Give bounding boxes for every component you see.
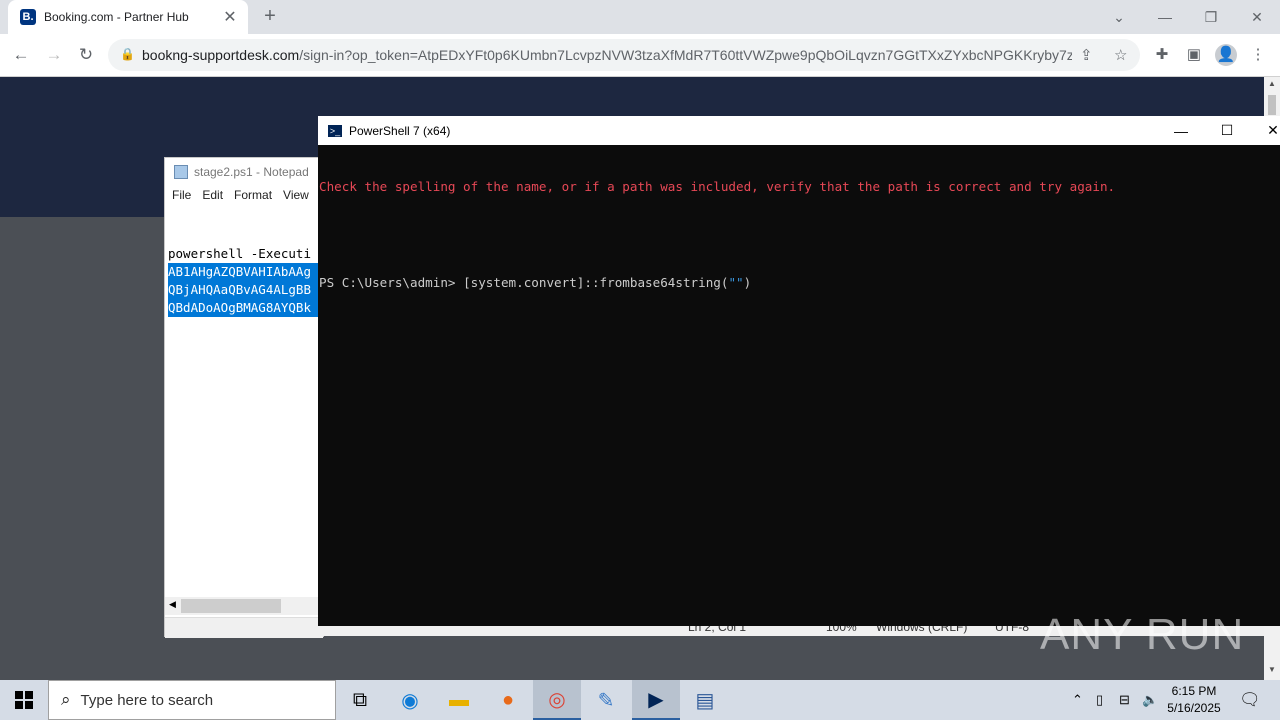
notepad-selected-line: AB1AHgAZQBVAHIAbAAg xyxy=(168,263,318,281)
tab-title: Booking.com - Partner Hub xyxy=(44,10,189,24)
notepad-icon xyxy=(174,165,188,179)
reload-icon[interactable]: ↻ xyxy=(74,43,98,67)
notepad-selected-line: QBjAHQAaQBvAG4ALgBB xyxy=(168,281,318,299)
anyrun-watermark-logo: ANY RUN xyxy=(1040,610,1245,659)
menu-file[interactable]: File xyxy=(172,188,191,206)
chrome-icon[interactable]: ◎ xyxy=(533,680,581,720)
network-icon[interactable]: ⊟ xyxy=(1119,680,1130,720)
menu-kebab-icon[interactable]: ⋮ xyxy=(1247,44,1269,66)
bookmark-star-icon[interactable]: ☆ xyxy=(1114,46,1127,64)
show-hidden-icons-chevron-icon[interactable]: ⌃ xyxy=(1072,680,1083,720)
notepad-taskbar-icon[interactable]: ✎ xyxy=(582,680,630,720)
clock-time: 6:15 PM xyxy=(1171,684,1217,698)
notepad-title: stage2.ps1 - Notepad xyxy=(194,165,309,179)
menu-format[interactable]: Format xyxy=(234,188,272,206)
notepad-window[interactable]: stage2.ps1 - Notepad File Edit Format Vi… xyxy=(164,157,324,638)
volume-icon[interactable]: 🔈 xyxy=(1142,680,1158,720)
ps-minimize-button[interactable]: — xyxy=(1158,116,1204,145)
string-argument: "" xyxy=(728,275,744,290)
side-panel-icon[interactable]: ▣ xyxy=(1183,44,1205,66)
tab-search-icon[interactable]: ⌄ xyxy=(1096,0,1142,34)
back-arrow-icon[interactable]: ← xyxy=(9,43,33,67)
edge-browser-icon[interactable]: ◉ xyxy=(386,680,434,720)
ps-maximize-button[interactable]: ☐ xyxy=(1204,116,1250,145)
system-clock[interactable]: 6:15 PM 5/16/2025 xyxy=(1158,683,1230,717)
notepad-line: powershell -Executi xyxy=(168,246,311,261)
close-window-button[interactable]: ✕ xyxy=(1234,0,1280,34)
network-app-icon[interactable]: ▤ xyxy=(681,680,729,720)
browser-toolbar: ← → ↻ 🔒 bookng-supportdesk.com/sign-in?o… xyxy=(0,34,1280,77)
browser-tab-bar: B. Booking.com - Partner Hub ✕ + ⌄ — ❐ ✕ xyxy=(0,0,1280,34)
command-line: PS C:\Users\admin> [system.convert]::fro… xyxy=(319,275,1279,291)
address-bar[interactable]: 🔒 bookng-supportdesk.com/sign-in?op_toke… xyxy=(108,39,1140,71)
search-placeholder: Type here to search xyxy=(80,691,214,709)
task-view-icon[interactable]: ⧉ xyxy=(336,680,384,720)
extensions-puzzle-icon[interactable]: ✚ xyxy=(1151,44,1173,66)
profile-avatar-icon[interactable]: 👤 xyxy=(1215,44,1237,66)
windows-logo-icon xyxy=(15,691,33,709)
scroll-down-arrow-icon[interactable]: ▼ xyxy=(1264,665,1280,679)
restore-button[interactable]: ❐ xyxy=(1188,0,1234,34)
scroll-thumb[interactable] xyxy=(1268,95,1276,115)
booking-favicon-icon: B. xyxy=(20,9,36,25)
tab-close-icon[interactable]: ✕ xyxy=(222,7,238,27)
prompt: PS C:\Users\admin> xyxy=(319,275,464,290)
firefox-icon[interactable]: ● xyxy=(484,680,532,720)
taskbar-search[interactable]: ⌕ Type here to search xyxy=(48,680,336,720)
notepad-selected-line: QBdADoAOgBMAG8AYQBk xyxy=(168,299,318,317)
minimize-button[interactable]: — xyxy=(1142,0,1188,34)
menu-view[interactable]: View xyxy=(283,188,309,206)
url-text[interactable]: bookng-supportdesk.com/sign-in?op_token=… xyxy=(142,47,1072,63)
powershell-console[interactable]: Check the spelling of the name, or if a … xyxy=(319,147,1279,323)
browser-tab[interactable]: B. Booking.com - Partner Hub ✕ xyxy=(8,0,248,34)
menu-edit[interactable]: Edit xyxy=(202,188,223,206)
powershell-title: PowerShell 7 (x64) xyxy=(349,123,451,138)
device-icon[interactable]: ▯ xyxy=(1096,680,1103,720)
forward-arrow-icon[interactable]: → xyxy=(42,43,66,67)
scroll-left-arrow-icon[interactable]: ◀ xyxy=(169,599,176,610)
powershell-window[interactable]: >_ PowerShell 7 (x64) — ☐ ✕ Check the sp… xyxy=(318,116,1280,626)
notifications-icon[interactable]: 🗨 xyxy=(1239,680,1261,720)
file-explorer-icon[interactable]: ▬ xyxy=(435,680,483,720)
taskbar: ⌕ Type here to search ⧉ ◉ ▬ ● ◎ ✎ ▶ ▤ ⌃ … xyxy=(0,680,1280,720)
notepad-horizontal-scrollbar[interactable]: ◀ xyxy=(165,597,323,615)
notepad-menubar: File Edit Format View xyxy=(165,188,323,206)
error-message: Check the spelling of the name, or if a … xyxy=(319,179,1116,194)
powershell-taskbar-icon[interactable]: ▶ xyxy=(632,680,680,720)
share-icon[interactable]: ⇪ xyxy=(1080,46,1093,64)
notepad-scroll-thumb[interactable] xyxy=(181,599,281,613)
lock-icon[interactable]: 🔒 xyxy=(120,47,135,61)
command-text: [system.convert]::frombase64string( xyxy=(463,275,729,290)
powershell-icon: >_ xyxy=(328,124,342,137)
scroll-up-arrow-icon[interactable]: ▲ xyxy=(1264,79,1280,93)
start-button[interactable] xyxy=(0,680,48,720)
ps-close-button[interactable]: ✕ xyxy=(1250,116,1280,145)
notepad-titlebar[interactable]: stage2.ps1 - Notepad xyxy=(165,158,323,186)
search-icon: ⌕ xyxy=(61,690,71,709)
notepad-statusbar xyxy=(165,617,323,638)
clock-date: 5/16/2025 xyxy=(1167,701,1221,715)
powershell-titlebar[interactable]: >_ PowerShell 7 (x64) — ☐ ✕ xyxy=(318,116,1280,145)
command-close-paren: ) xyxy=(743,275,752,290)
new-tab-button[interactable]: + xyxy=(258,4,282,28)
notepad-text-area[interactable]: powershell -Executi AB1AHgAZQBVAHIAbAAg QB… xyxy=(168,209,318,353)
